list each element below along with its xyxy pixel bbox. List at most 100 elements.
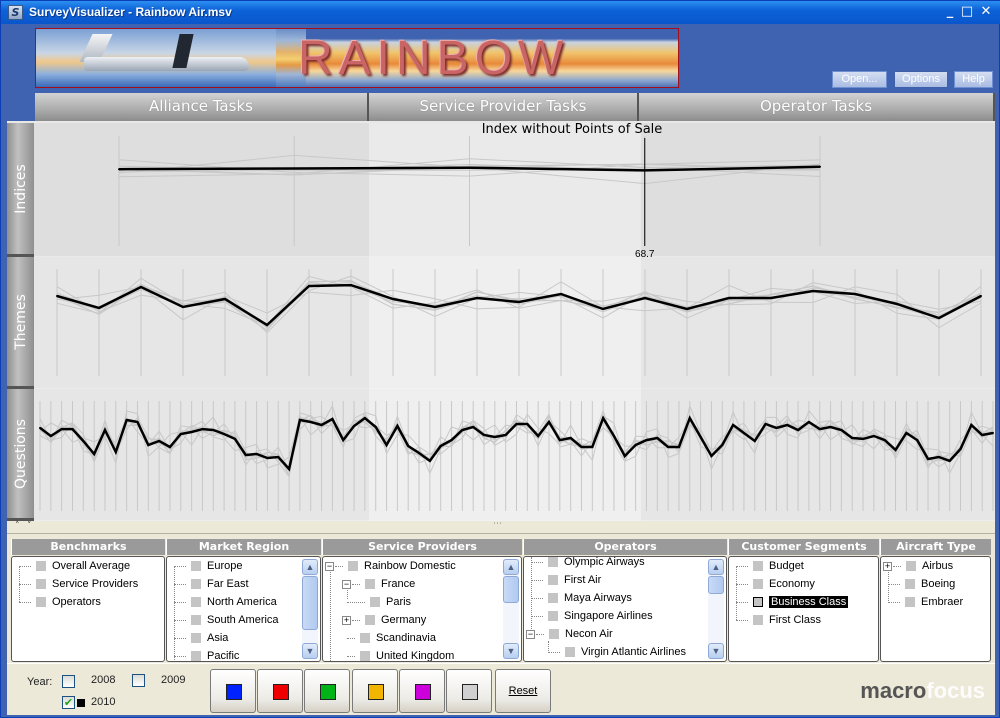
segment-economy[interactable]: Economy	[736, 576, 815, 592]
color-square-icon	[365, 579, 375, 590]
data-point	[392, 297, 394, 300]
region-pacific[interactable]: Pacific	[174, 648, 239, 661]
scroll-up-icon[interactable]: ▲	[708, 559, 724, 575]
operator-maya-airways[interactable]: Maya Airways	[531, 590, 632, 606]
tab-alliance-tasks[interactable]: Alliance Tasks	[35, 93, 369, 121]
color-square-icon	[548, 575, 558, 586]
item-label: Overall Average	[52, 560, 131, 572]
scroll-down-icon[interactable]: ▼	[708, 643, 724, 659]
region-far-east[interactable]: Far East	[174, 576, 249, 592]
scroll-down-icon[interactable]: ▼	[503, 643, 519, 659]
item-label: Economy	[769, 578, 815, 590]
color-button-green[interactable]	[304, 669, 350, 713]
data-point	[293, 167, 296, 170]
color-button-yellow[interactable]	[352, 669, 398, 713]
data-point	[894, 448, 897, 451]
region-north-america[interactable]: North America	[174, 594, 277, 610]
operator-necon-air[interactable]: − Necon Air	[526, 626, 613, 642]
region-asia[interactable]: Asia	[174, 630, 228, 646]
provider-scandinavia[interactable]: Scandinavia	[347, 630, 436, 646]
operator-singapore-airlines[interactable]: Singapore Airlines	[531, 608, 653, 624]
market-region-scrollbar[interactable]: ▲ ▼	[302, 559, 318, 659]
maximize-button[interactable]: □	[959, 4, 975, 20]
color-button-purple[interactable]	[399, 669, 445, 713]
scroll-thumb[interactable]	[503, 576, 519, 603]
aircraft-boeing[interactable]: Boeing	[888, 576, 955, 592]
color-button-blue[interactable]	[210, 669, 256, 713]
segment-budget[interactable]: Budget	[736, 558, 804, 574]
benchmark-overall-average[interactable]: Overall Average	[19, 558, 130, 574]
task-group-background	[641, 389, 995, 521]
data-point	[883, 439, 886, 442]
region-south-america[interactable]: South America	[174, 612, 279, 628]
color-button-gray[interactable]	[446, 669, 492, 713]
collapse-icon[interactable]: −	[325, 561, 334, 571]
splitter-grip-icon[interactable]: ⋯	[493, 519, 502, 529]
data-point	[667, 445, 670, 448]
data-point	[786, 423, 789, 426]
segment-business-class[interactable]: Business Class	[736, 594, 849, 610]
close-button[interactable]: ✕	[978, 4, 994, 20]
aircraft-airbus[interactable]: + Airbus	[883, 558, 953, 574]
parallel-coordinates-chart[interactable]: Index without Points of Sale 68.7	[7, 121, 995, 521]
reset-button[interactable]: Reset	[495, 669, 551, 713]
provider-united-kingdom[interactable]: United Kingdom	[347, 648, 454, 661]
year-2010-checkbox[interactable]: ✔	[62, 696, 75, 709]
collapse-down-icon[interactable]: ˅	[27, 521, 32, 531]
benchmark-service-providers[interactable]: Service Providers	[19, 576, 138, 592]
collapse-icon[interactable]: −	[342, 579, 351, 589]
splitter-bar[interactable]: ˄ ˅ ⋯	[7, 519, 995, 533]
data-point	[927, 457, 930, 460]
data-point	[49, 434, 52, 437]
collapse-icon[interactable]: −	[526, 629, 535, 639]
scroll-up-icon[interactable]: ▲	[302, 559, 318, 575]
open-button[interactable]: Open...	[832, 71, 887, 88]
data-point	[233, 437, 236, 440]
data-point	[504, 433, 507, 436]
data-point	[591, 445, 594, 448]
year-2008-checkbox[interactable]	[62, 675, 75, 688]
service-providers-scrollbar[interactable]: ▲ ▼	[503, 559, 519, 659]
help-button[interactable]: Help	[954, 71, 993, 88]
expand-icon[interactable]: +	[342, 615, 351, 625]
service-providers-header: Service Providers	[322, 539, 522, 555]
options-button[interactable]: Options	[894, 71, 948, 88]
collapse-up-icon[interactable]: ˄	[15, 521, 20, 531]
data-point	[710, 455, 713, 457]
operator-virgin-atlantic[interactable]: Virgin Atlantic Airlines	[548, 644, 686, 660]
scroll-thumb[interactable]	[302, 576, 318, 630]
data-point	[288, 467, 291, 470]
benchmark-operators[interactable]: Operators	[19, 594, 101, 610]
data-point	[602, 308, 604, 311]
data-point	[959, 447, 962, 450]
operator-olympic-airways[interactable]: Olympic Airways	[531, 557, 645, 570]
item-label: Far East	[207, 578, 249, 590]
year-2009-checkbox[interactable]	[132, 674, 145, 687]
data-point	[461, 429, 464, 432]
color-square-icon	[548, 611, 558, 622]
operators-scrollbar[interactable]: ▲ ▼	[708, 559, 724, 659]
operator-first-air[interactable]: First Air	[531, 572, 601, 588]
provider-rainbow-domestic[interactable]: − Rainbow Domestic	[325, 558, 456, 574]
bottom-toolbar: Year: 2008 2009 ✔ 2010 Reset macrofocus	[7, 663, 995, 715]
scroll-up-icon[interactable]: ▲	[503, 559, 519, 575]
data-point	[428, 459, 431, 462]
tab-service-provider-tasks[interactable]: Service Provider Tasks	[369, 93, 639, 121]
provider-france[interactable]: − France	[342, 576, 415, 592]
yellow-swatch-icon	[368, 684, 384, 700]
expand-icon[interactable]: +	[883, 561, 892, 571]
scroll-thumb[interactable]	[708, 576, 724, 594]
tab-operator-tasks[interactable]: Operator Tasks	[639, 93, 995, 121]
minimize-button[interactable]: _	[942, 4, 958, 20]
segment-first-class[interactable]: First Class	[736, 612, 821, 628]
region-europe[interactable]: Europe	[174, 558, 242, 574]
scroll-down-icon[interactable]: ▼	[302, 643, 318, 659]
task-tabs: Alliance Tasks Service Provider Tasks Op…	[35, 93, 995, 121]
color-button-red[interactable]	[257, 669, 303, 713]
provider-paris[interactable]: Paris	[347, 594, 411, 610]
aircraft-embraer[interactable]: Embraer	[888, 594, 963, 610]
data-point	[677, 445, 680, 448]
provider-germany[interactable]: + Germany	[342, 612, 426, 628]
data-point	[645, 439, 648, 442]
data-point	[840, 429, 843, 432]
